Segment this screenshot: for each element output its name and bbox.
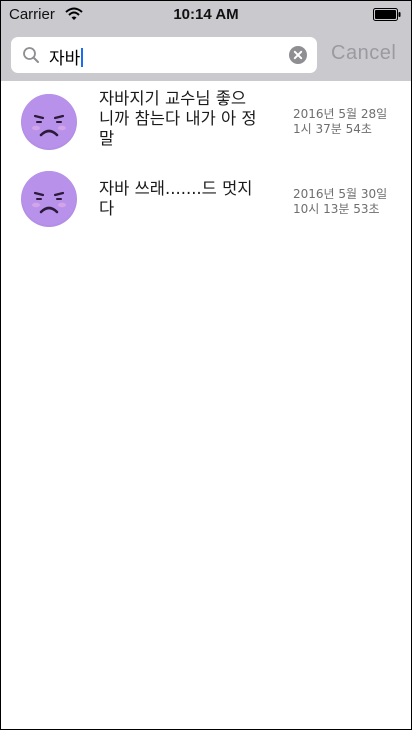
text-cursor [81,48,84,67]
clear-icon[interactable] [289,46,307,64]
search-input[interactable]: 자바 [11,37,317,73]
sad-face-avatar [21,171,77,227]
message-timestamp: 2016년 5월 30일 10시 13분 53초 [293,187,388,216]
battery-icon [373,8,401,21]
search-results-list: 자바지기 교수님 좋으 니까 참는다 내가 아 정 말 2016년 5월 28일… [1,81,411,231]
message-text: 자바지기 교수님 좋으 니까 참는다 내가 아 정 말 [99,89,257,148]
list-item[interactable]: 자바지기 교수님 좋으 니까 참는다 내가 아 정 말 2016년 5월 28일… [1,81,411,165]
message-text: 자바 쓰래.......드 멋지 다 [99,179,253,218]
search-query: 자바 [49,49,81,69]
search-bar: 자바 Cancel [1,29,411,81]
sad-face-avatar [21,94,77,150]
status-time: 10:14 AM [173,6,239,23]
message-timestamp: 2016년 5월 28일 1시 37분 54초 [293,107,388,136]
cancel-button[interactable]: Cancel [331,42,396,65]
status-bar: Carrier 10:14 AM [1,1,411,29]
app-screen: Carrier 10:14 AM 자바 Cancel 자바지기 교수님 좋으 니… [0,0,412,730]
search-icon [23,47,39,63]
list-item[interactable]: 자바 쓰래.......드 멋지 다 2016년 5월 30일 10시 13분 … [1,165,411,231]
